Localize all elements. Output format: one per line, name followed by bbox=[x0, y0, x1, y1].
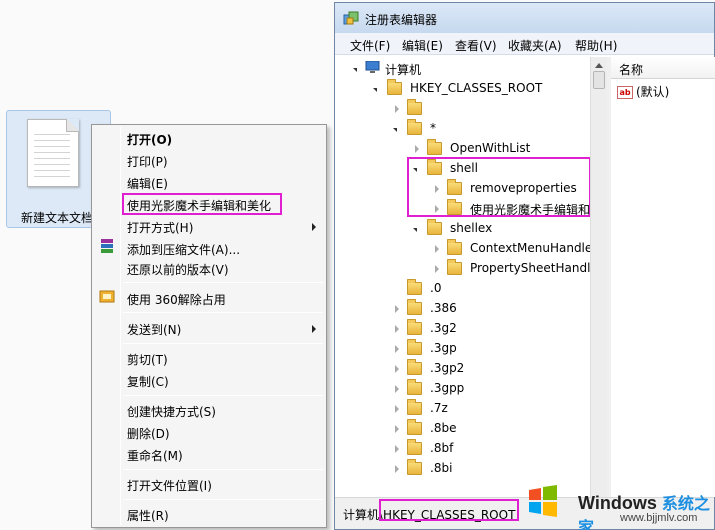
menu-item-properties[interactable]: 属性(R) bbox=[127, 507, 169, 524]
scroll-up-icon[interactable] bbox=[595, 63, 603, 68]
folder-icon bbox=[407, 439, 422, 455]
highlight-box-shell bbox=[407, 157, 590, 217]
menu-bar: 文件(F) 编辑(E) 查看(V) 收藏夹(A) 帮助(H) bbox=[335, 33, 714, 55]
menu-item-copy[interactable]: 复制(C) bbox=[127, 373, 169, 390]
unlock-360-icon bbox=[99, 289, 115, 303]
menu-item-delete[interactable]: 删除(D) bbox=[127, 425, 170, 442]
folder-icon bbox=[407, 419, 422, 435]
regedit-icon bbox=[343, 11, 359, 27]
menu-favorites[interactable]: 收藏夹(A) bbox=[508, 37, 562, 54]
folder-icon bbox=[427, 219, 442, 235]
menu-item-edit[interactable]: 编辑(E) bbox=[127, 175, 168, 192]
menu-item-open-with[interactable]: 打开方式(H) bbox=[127, 219, 193, 236]
folder-icon bbox=[407, 299, 422, 315]
menu-item-create-shortcut[interactable]: 创建快捷方式(S) bbox=[127, 403, 216, 420]
title-bar[interactable]: 注册表编辑器 bbox=[335, 3, 714, 33]
file-name-label: 新建文本文档 bbox=[21, 211, 94, 225]
text-file-icon bbox=[27, 119, 79, 187]
folder-icon bbox=[407, 339, 422, 355]
submenu-arrow-icon bbox=[312, 325, 316, 333]
menu-help[interactable]: 帮助(H) bbox=[575, 37, 617, 54]
menu-item-cut[interactable]: 剪切(T) bbox=[127, 351, 168, 368]
windows-logo-icon bbox=[526, 484, 560, 518]
folder-icon bbox=[407, 459, 422, 475]
menu-item-send-to[interactable]: 发送到(N) bbox=[127, 321, 181, 338]
menu-item-restore-previous[interactable]: 还原以前的版本(V) bbox=[127, 261, 229, 278]
value-row-default[interactable]: ab (默认) bbox=[617, 83, 669, 100]
column-header-name[interactable]: 名称 bbox=[611, 57, 715, 79]
watermark-url: www.bjjmlv.com bbox=[620, 512, 698, 524]
registry-editor-window: 注册表编辑器 文件(F) 编辑(E) 查看(V) 收藏夹(A) 帮助(H) 计算… bbox=[334, 2, 715, 530]
tree-scrollbar[interactable] bbox=[590, 57, 607, 497]
folder-icon bbox=[407, 399, 422, 415]
watermark-brand: Windows 系统之家 bbox=[578, 493, 710, 530]
folder-icon bbox=[427, 139, 442, 155]
menu-item-add-to-archive[interactable]: 添加到压缩文件(A)... bbox=[127, 241, 240, 258]
folder-icon bbox=[447, 239, 462, 255]
watermark: Windows 系统之家 www.bjjmlv.com bbox=[520, 478, 715, 530]
menu-item-rename[interactable]: 重命名(M) bbox=[127, 447, 183, 464]
folder-icon bbox=[407, 359, 422, 375]
registry-tree[interactable]: 计算机 HKEY_CLASSES_ROOT * OpenWithList she… bbox=[339, 57, 590, 497]
folder-icon bbox=[407, 319, 422, 335]
menu-item-print[interactable]: 打印(P) bbox=[127, 153, 168, 170]
window-title: 注册表编辑器 bbox=[365, 13, 438, 27]
scroll-thumb[interactable] bbox=[593, 71, 605, 89]
menu-edit[interactable]: 编辑(E) bbox=[402, 37, 443, 54]
string-value-icon: ab bbox=[617, 86, 633, 99]
folder-icon bbox=[407, 379, 422, 395]
values-pane: 名称 ab (默认) bbox=[611, 57, 715, 497]
menu-view[interactable]: 查看(V) bbox=[455, 37, 497, 54]
menu-item-open-file-location[interactable]: 打开文件位置(I) bbox=[127, 477, 212, 494]
menu-item-360-unlock[interactable]: 使用 360解除占用 bbox=[127, 291, 226, 308]
highlight-box-menu bbox=[122, 193, 282, 215]
menu-item-open[interactable]: 打开(O) bbox=[127, 131, 172, 148]
folder-icon bbox=[407, 99, 422, 115]
folder-icon bbox=[447, 259, 462, 275]
folder-icon bbox=[407, 119, 422, 135]
highlight-box-status bbox=[379, 499, 519, 521]
computer-icon bbox=[365, 60, 380, 74]
submenu-arrow-icon bbox=[312, 223, 316, 231]
context-menu: 打开(O) 打印(P) 编辑(E) 使用光影魔术手编辑和美化 打开方式(H) 添… bbox=[91, 124, 327, 528]
menu-file[interactable]: 文件(F) bbox=[350, 37, 390, 54]
folder-icon bbox=[407, 279, 422, 295]
folder-icon bbox=[387, 79, 402, 95]
winrar-icon bbox=[99, 239, 115, 253]
